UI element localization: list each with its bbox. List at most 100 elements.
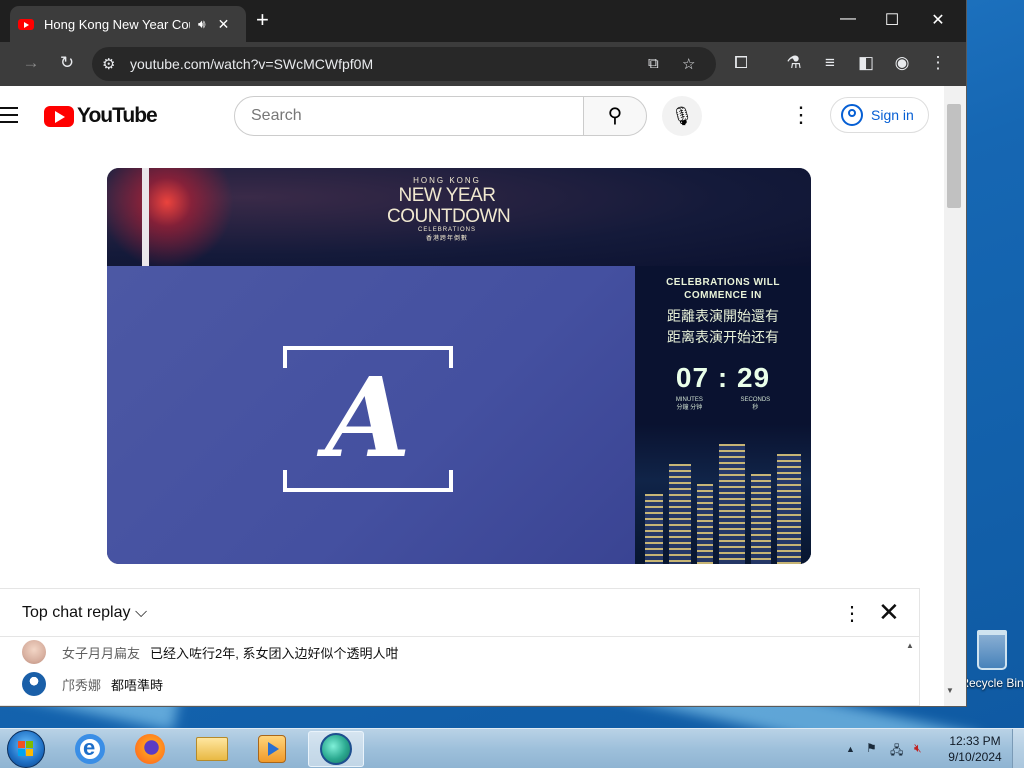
address-bar[interactable]: ⚙ youtube.com/watch?v=SWcMCWfpf0M ⧉ ☆ (92, 47, 716, 81)
side-panel-icon[interactable]: ◧ (855, 53, 877, 73)
menu-hamburger-icon[interactable] (0, 107, 18, 128)
avatar[interactable] (22, 672, 46, 696)
install-app-icon[interactable]: ⧉ (648, 55, 659, 72)
tab-title: Hong Kong New Year Countdown (44, 16, 190, 32)
account-icon (841, 104, 863, 126)
youtube-header: YouTube Search ⚲ 🎙︎ ⋮ Sign in (0, 86, 944, 144)
chat-author: 女子月月扁友 (62, 645, 141, 661)
seconds-label-cn: 秒 (752, 405, 759, 411)
extensions-icon[interactable]: ⧠ (730, 53, 752, 73)
brand-chinese: 香港跨年倒數 (425, 236, 468, 242)
chat-more-icon[interactable]: ⋮ (842, 601, 862, 626)
chat-replay-panel: Top chat replay ⌵ ⋮ ✕ ▲ 女子月月扁友 已经入咗行2年, … (0, 588, 920, 706)
countdown-en-line1: CELEBRATIONS WILL (666, 277, 780, 288)
bookmark-star-icon[interactable]: ☆ (682, 55, 695, 73)
voice-search-button[interactable]: 🎙︎ (662, 96, 702, 136)
countdown-brand-logo: HONG KONG NEW YEAR COUNTDOWN CELEBRATION… (387, 176, 511, 242)
labs-flask-icon[interactable]: ⚗ (783, 53, 805, 73)
clock-time: 12:33 PM (949, 734, 1001, 748)
fireworks-stick (142, 168, 149, 266)
action-center-flag-icon[interactable]: ⚑ (866, 741, 877, 755)
maximize-button[interactable]: ☐ (882, 10, 902, 30)
chat-scroll-up-icon[interactable]: ▲ (906, 641, 914, 650)
recycle-bin[interactable]: Recycle Bin (960, 630, 1024, 690)
countdown-separator: : (717, 362, 729, 393)
sign-in-button[interactable]: Sign in (830, 97, 929, 133)
brand-line1: NEW YEAR (398, 185, 496, 206)
youtube-favicon-icon (18, 18, 34, 30)
video-player[interactable]: HONG KONG NEW YEAR COUNTDOWN CELEBRATION… (107, 168, 811, 564)
chat-header: Top chat replay ⌵ ⋮ ✕ (0, 589, 919, 637)
youtube-logo[interactable]: YouTube (44, 104, 158, 128)
countdown-minutes: 07 (675, 362, 710, 393)
site-info-icon[interactable]: ⚙ (102, 55, 115, 73)
brand-small-text: HONG KONG (413, 176, 481, 185)
close-window-button[interactable]: ✕ (928, 10, 948, 30)
countdown-cn-line1: 距離表演開始還有 (667, 308, 779, 324)
search-input[interactable]: Search (234, 96, 584, 136)
scrollbar-thumb[interactable] (947, 104, 961, 208)
forward-icon[interactable]: → (20, 53, 42, 73)
active-tab[interactable]: Hong Kong New Year Countdown 🔊︎ ✕ (10, 6, 246, 42)
countdown-chinese: 距離表演開始還有 距离表演开始还有 (635, 306, 811, 348)
minutes-label-cn: 分鐘 分钟 (676, 405, 703, 411)
internet-explorer-icon (75, 734, 105, 764)
taskbar-firefox[interactable] (122, 731, 178, 767)
taskbar-clock[interactable]: 12:33 PM 9/10/2024 (940, 733, 1010, 765)
recycle-bin-icon (977, 630, 1007, 670)
settings-kebab-icon[interactable]: ⋮ (790, 102, 812, 128)
new-tab-button[interactable]: + (256, 9, 269, 31)
microphone-icon: 🎙︎ (670, 106, 694, 126)
countdown-timer: 07 : 29 (635, 362, 811, 394)
search-placeholder: Search (251, 107, 302, 124)
chat-author: 邝秀娜 (62, 677, 102, 693)
youtube-logo-text: YouTube (77, 104, 158, 127)
chat-close-icon[interactable]: ✕ (878, 597, 900, 628)
countdown-en-line2: COMMENCE IN (684, 290, 762, 301)
volume-muted-icon[interactable]: 🔇︎ (914, 741, 922, 756)
browser-app-icon (320, 733, 352, 765)
title-bar: Hong Kong New Year Countdown 🔊︎ ✕ + — ☐ … (0, 0, 966, 42)
countdown-english: CELEBRATIONS WILL COMMENCE IN (635, 276, 811, 302)
show-desktop-button[interactable] (1012, 729, 1024, 768)
search-icon: ⚲ (607, 105, 623, 127)
youtube-page: YouTube Search ⚲ 🎙︎ ⋮ Sign in HONG KONG … (0, 86, 944, 706)
chevron-down-icon: ⌵ (134, 604, 148, 621)
media-controls-icon[interactable]: ≡ (819, 53, 841, 73)
windows-logo-icon (18, 741, 34, 757)
avatar[interactable] (22, 640, 46, 664)
speaker-icon[interactable]: 🔊︎ (198, 17, 206, 32)
start-button[interactable] (7, 730, 45, 768)
chat-text: 都唔準時 (111, 677, 164, 693)
minimize-button[interactable]: — (838, 10, 858, 28)
scroll-down-icon[interactable]: ▼ (946, 686, 954, 695)
chat-message: 女子月月扁友 已经入咗行2年, 系女团入边好似个透明人咁 (22, 639, 398, 665)
browser-toolbar: → ↻ ⚙ youtube.com/watch?v=SWcMCWfpf0M ⧉ … (0, 42, 966, 86)
fireworks-graphic (107, 168, 257, 266)
chat-mode-dropdown[interactable]: Top chat replay ⌵ (22, 604, 147, 622)
taskbar: ▲ ⚑ 🖧︎ 🔇︎ 12:33 PM 9/10/2024 (0, 728, 1024, 768)
recycle-bin-label: Recycle Bin (960, 676, 1024, 690)
taskbar-browser-active[interactable] (308, 731, 364, 767)
firefox-icon (135, 734, 165, 764)
show-hidden-icons[interactable]: ▲ (846, 744, 855, 754)
video-banner: HONG KONG NEW YEAR COUNTDOWN CELEBRATION… (107, 168, 811, 266)
media-player-icon (258, 735, 286, 763)
taskbar-file-explorer[interactable] (184, 731, 240, 767)
tab-close-icon[interactable]: ✕ (218, 16, 230, 33)
reload-icon[interactable]: ↻ (56, 53, 78, 73)
network-icon[interactable]: 🖧︎ (890, 741, 903, 762)
profile-avatar-icon[interactable]: ◉ (891, 53, 913, 73)
countdown-cn-line2: 距离表演开始还有 (667, 329, 779, 345)
countdown-panel: CELEBRATIONS WILL COMMENCE IN 距離表演開始還有 距… (635, 266, 811, 564)
taskbar-internet-explorer[interactable] (62, 731, 118, 767)
channel-logo-frame: A (283, 346, 453, 492)
page-scrollbar[interactable] (944, 86, 966, 706)
chat-text: 已经入咗行2年, 系女团入边好似个透明人咁 (150, 645, 399, 661)
seconds-label: SECONDS (740, 397, 771, 403)
brand-line2: COUNTDOWN (387, 206, 511, 227)
browser-menu-icon[interactable]: ⋮ (927, 53, 949, 73)
taskbar-media-player[interactable] (244, 731, 300, 767)
chat-message: 邝秀娜 都唔準時 (22, 671, 163, 697)
search-button[interactable]: ⚲ (583, 96, 647, 136)
